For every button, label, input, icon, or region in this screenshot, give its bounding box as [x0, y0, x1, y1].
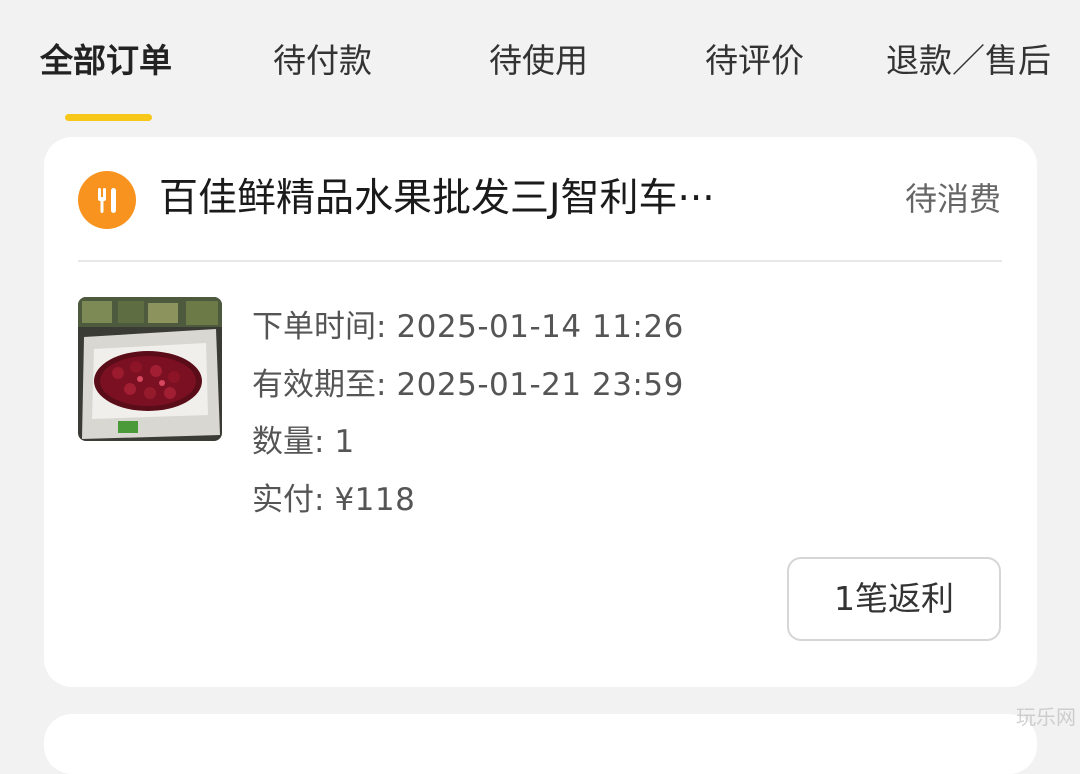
order-status: 待消费 [904, 180, 1001, 218]
quantity-label: 数量: [252, 424, 325, 460]
valid-until-value: 2025-01-21 23:59 [396, 366, 684, 403]
active-tab-indicator [65, 114, 152, 121]
quantity-row: 数量: 1 [252, 414, 684, 472]
rebate-button[interactable]: 1笔返利 [787, 557, 1001, 641]
divider [78, 260, 1002, 262]
tab-pending-payment[interactable]: 待付款 [273, 34, 372, 82]
paid-row: 实付: ¥118 [252, 472, 684, 530]
order-time-label: 下单时间: [252, 309, 387, 345]
order-time-row: 下单时间: 2025-01-14 11:26 [252, 299, 684, 357]
paid-label: 实付: [252, 481, 325, 518]
product-image[interactable] [78, 297, 222, 441]
tab-all-orders[interactable]: 全部订单 [40, 34, 172, 82]
order-details: 下单时间: 2025-01-14 11:26 有效期至: 2025-01-21 23… [252, 299, 684, 529]
shop-name[interactable]: 百佳鲜精品水果批发三J智利车··· [159, 171, 799, 227]
valid-until-row: 有效期至: 2025-01-21 23:59 [252, 357, 684, 415]
quantity-value: 1 [334, 424, 355, 460]
tab-refund-aftersale[interactable]: 退款／售后 [886, 34, 1051, 82]
paid-value: ¥118 [334, 481, 416, 518]
watermark: 玩乐网 [1016, 705, 1076, 729]
restaurant-icon [78, 171, 136, 229]
valid-until-label: 有效期至: [252, 366, 387, 403]
order-card[interactable]: 百佳鲜精品水果批发三J智利车··· 待消费 下单时间: 2025-01-14 1… [44, 137, 1037, 687]
next-order-card[interactable] [44, 714, 1037, 774]
tab-pending-use[interactable]: 待使用 [489, 34, 588, 82]
order-tabs: 全部订单 待付款 待使用 待评价 退款／售后 [0, 0, 1080, 121]
tab-pending-review[interactable]: 待评价 [705, 34, 804, 82]
order-time-value: 2025-01-14 11:26 [396, 309, 684, 345]
